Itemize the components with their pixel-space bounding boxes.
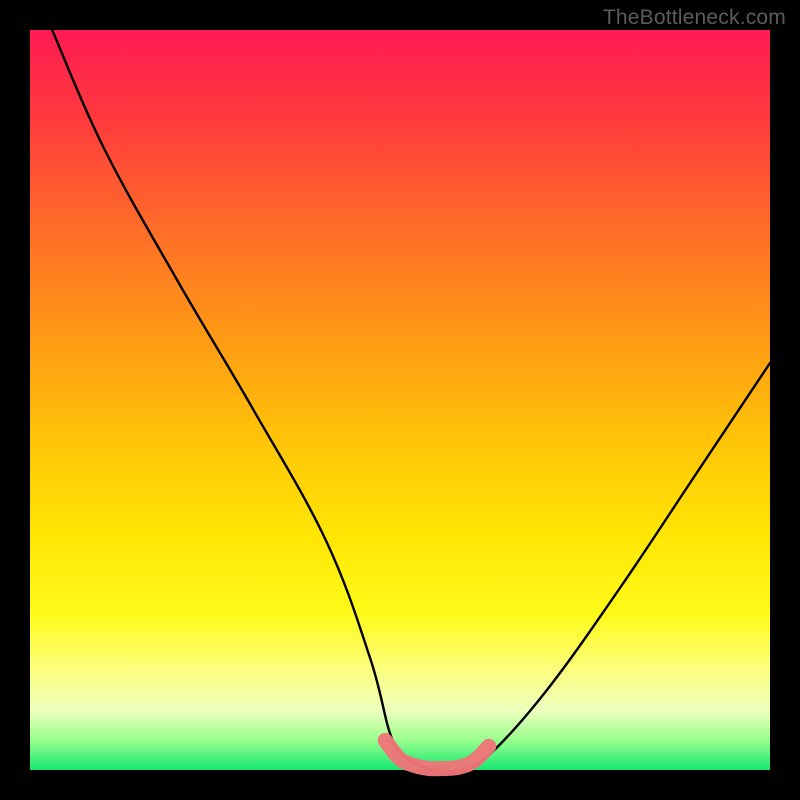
series-black-curve [52,30,770,772]
watermark-text: TheBottleneck.com [603,6,786,30]
chart-svg [30,30,770,770]
chart-frame: TheBottleneck.com [0,0,800,800]
plot-area [30,30,770,770]
series-pink-floor-marker [385,740,489,768]
